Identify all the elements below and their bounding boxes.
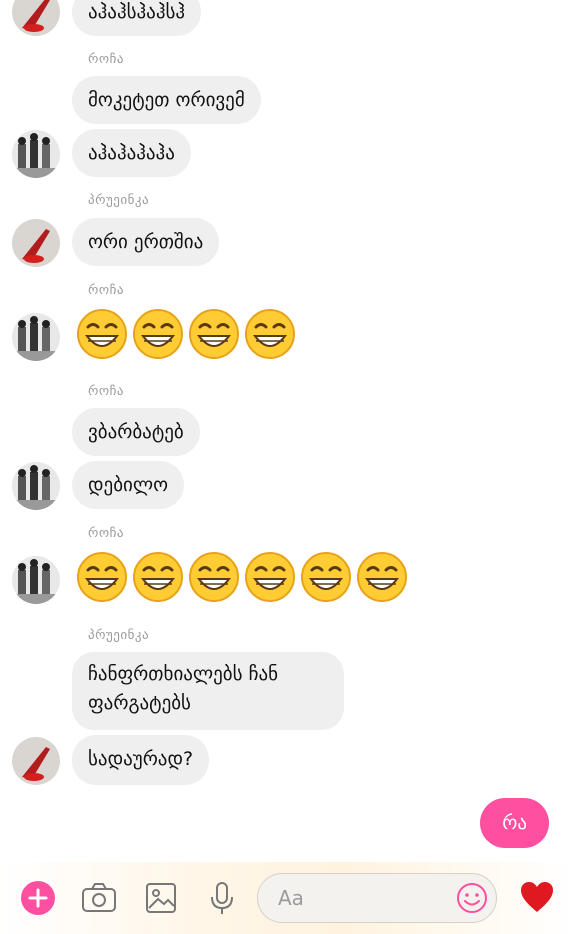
avatar-group-photo[interactable]	[12, 313, 60, 361]
message-bubble[interactable]: აჰაჰაჰაჰა	[72, 129, 191, 177]
emoji-message[interactable]	[76, 551, 408, 603]
sender-name: როჩა	[88, 52, 124, 67]
grinning-face-icon	[244, 551, 296, 603]
sender-name: როჩა	[88, 283, 124, 298]
avatar-group-photo[interactable]	[12, 462, 60, 510]
grinning-face-icon	[76, 308, 128, 360]
sender-name: როჩა	[88, 526, 124, 541]
avatar-red-shoe[interactable]	[12, 737, 60, 785]
grinning-face-icon	[244, 308, 296, 360]
grinning-face-icon	[76, 551, 128, 603]
message-bubble[interactable]: სადაურად?	[72, 735, 210, 785]
microphone-icon[interactable]	[204, 880, 240, 916]
sender-name: პრუეინკა	[88, 193, 150, 208]
message-bubble[interactable]: დებილო	[72, 461, 185, 509]
message-bubble[interactable]: აჰაჰსჰაჰსჰ	[72, 0, 202, 36]
sender-name: პრუეინკა	[88, 628, 150, 643]
message-bubble[interactable]: ორი ერთშია	[72, 218, 220, 266]
composer-bar: Aa	[0, 862, 575, 934]
message-input-placeholder: Aa	[278, 886, 304, 910]
emoji-icon[interactable]	[456, 882, 488, 914]
avatar-red-shoe[interactable]	[12, 0, 60, 36]
avatar-red-shoe[interactable]	[12, 219, 60, 267]
avatar-group-photo[interactable]	[12, 130, 60, 178]
outgoing-message-bubble[interactable]: რა	[480, 798, 549, 848]
grinning-face-icon	[356, 551, 408, 603]
grinning-face-icon	[300, 551, 352, 603]
grinning-face-icon	[188, 551, 240, 603]
message-bubble[interactable]: მოკეტეთ ორივემ	[72, 76, 261, 124]
grinning-face-icon	[132, 551, 184, 603]
message-input[interactable]: Aa	[257, 873, 497, 923]
grinning-face-icon	[188, 308, 240, 360]
camera-icon[interactable]	[81, 880, 117, 916]
sender-name: როჩა	[88, 384, 124, 399]
grinning-face-icon	[132, 308, 184, 360]
heart-icon[interactable]	[519, 880, 555, 916]
avatar-group-photo[interactable]	[12, 556, 60, 604]
image-icon[interactable]	[143, 880, 179, 916]
message-bubble[interactable]: ვბარბატებ	[72, 408, 200, 456]
emoji-message[interactable]	[76, 308, 296, 360]
message-bubble[interactable]: ჩანფრთხიალებს ჩან ფარგატებს	[72, 652, 344, 730]
add-icon[interactable]	[20, 880, 56, 916]
